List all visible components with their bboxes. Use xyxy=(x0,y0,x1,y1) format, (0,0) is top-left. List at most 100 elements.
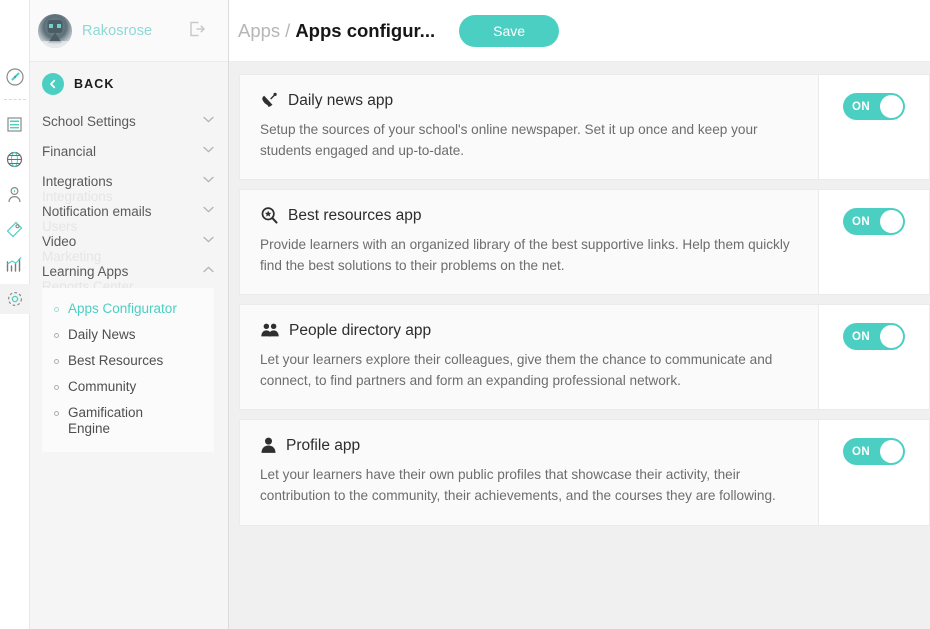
app-enable-toggle[interactable]: ON xyxy=(843,93,905,120)
logout-icon[interactable] xyxy=(188,20,206,43)
sidebar-item-label: Integrations xyxy=(42,173,113,189)
chevron-down-icon xyxy=(203,176,214,186)
app-card-body: Best resources app Provide learners with… xyxy=(240,190,818,294)
bullet-icon xyxy=(54,332,59,338)
app-toggle-cell: ON xyxy=(818,305,929,410)
app-title: Best resources app xyxy=(288,206,422,224)
sidebar-subitem-label: Community xyxy=(68,378,137,394)
sidebar-item-daily-news[interactable]: Daily News xyxy=(42,322,214,348)
app-toggle-cell: ON xyxy=(818,190,929,295)
breadcrumb-parent[interactable]: Apps xyxy=(238,20,280,42)
sidebar-subitem-label: Best Resources xyxy=(68,352,164,368)
toggle-knob xyxy=(880,440,903,464)
app-card-title-row: People directory app xyxy=(260,321,796,340)
app-card-title-row: Daily news app xyxy=(260,91,796,110)
sidebar-item-school-settings[interactable]: School Settings xyxy=(30,106,228,136)
globe-icon[interactable] xyxy=(0,144,30,174)
main-area: Apps / Apps configur... Save Daily news … xyxy=(229,0,930,629)
sidebar-subitem-label: Gamification Engine xyxy=(68,404,144,436)
app-title: Profile app xyxy=(286,436,361,454)
toggle-knob xyxy=(880,325,903,349)
sidebar-subitem-label: Apps Configurator xyxy=(68,301,177,316)
app-card: Profile app Let your learners have their… xyxy=(239,419,930,526)
toggle-state-label: ON xyxy=(852,445,871,458)
tag-icon[interactable] xyxy=(0,214,30,244)
back-label: BACK xyxy=(74,77,115,91)
chevron-down-icon xyxy=(203,206,214,216)
app-card: Best resources app Provide learners with… xyxy=(239,189,930,296)
app-card-title-row: Best resources app xyxy=(260,206,796,225)
topbar: Apps / Apps configur... Save xyxy=(229,0,930,62)
app-card-body: Daily news app Setup the sources of your… xyxy=(240,75,818,179)
save-button[interactable]: Save xyxy=(459,14,560,47)
sidebar-item-learning-apps[interactable]: Learning Apps xyxy=(30,256,228,286)
magnifier-star-icon xyxy=(260,206,279,225)
sidebar-item-notification-emails[interactable]: Notification emails xyxy=(30,196,228,226)
breadcrumb: Apps / Apps configur... xyxy=(238,20,435,42)
app-enable-toggle[interactable]: ON xyxy=(843,438,905,466)
app-root: Rakosrose BACK Integrations Users Market… xyxy=(0,0,930,629)
app-enable-toggle[interactable]: ON xyxy=(843,323,905,351)
app-title: People directory app xyxy=(289,321,432,339)
sidebar-header: Rakosrose xyxy=(30,0,228,62)
sidebar-submenu: Apps Configurator Daily News Best Resour… xyxy=(42,288,214,452)
app-card-title-row: Profile app xyxy=(260,436,796,455)
bullet-icon xyxy=(54,410,59,416)
sidebar-item-financial[interactable]: Financial xyxy=(30,136,228,166)
chevron-up-icon xyxy=(203,266,214,276)
sidebar-subitem-label: Daily News xyxy=(68,326,136,342)
icon-rail xyxy=(0,0,30,629)
sidebar-item-label: Learning Apps xyxy=(42,263,129,279)
app-card-body: People directory app Let your learners e… xyxy=(240,305,818,409)
rail-divider xyxy=(3,99,26,100)
sidebar-item-label: School Settings xyxy=(42,113,136,129)
gear-icon[interactable] xyxy=(0,284,30,314)
bullet-icon xyxy=(54,358,59,364)
app-toggle-cell: ON xyxy=(818,75,929,180)
app-description: Let your learners have their own public … xyxy=(260,467,776,504)
chevron-down-icon xyxy=(203,116,214,126)
sidebar-item-label: Financial xyxy=(42,143,97,159)
bullet-icon xyxy=(54,384,59,390)
user-icon[interactable] xyxy=(0,179,30,209)
chevron-down-icon xyxy=(203,236,214,246)
chevron-down-icon xyxy=(203,146,214,156)
sidebar-item-label: Video xyxy=(42,233,77,249)
analytics-chart-icon[interactable] xyxy=(0,249,30,279)
app-card-body: Profile app Let your learners have their… xyxy=(240,420,818,524)
sidebar: Rakosrose BACK Integrations Users Market… xyxy=(30,0,229,629)
sidebar-item-integrations[interactable]: Integrations xyxy=(30,166,228,196)
sidebar-item-best-resources[interactable]: Best Resources xyxy=(42,348,214,374)
bullet-icon xyxy=(54,307,59,312)
breadcrumb-separator: / xyxy=(285,19,291,41)
compass-icon[interactable] xyxy=(0,62,30,92)
back-button[interactable]: BACK xyxy=(30,62,228,106)
content-page-icon[interactable] xyxy=(0,109,30,139)
app-description: Provide learners with an organized libra… xyxy=(260,237,790,274)
toggle-knob xyxy=(880,95,903,118)
app-toggle-cell: ON xyxy=(818,420,929,525)
sidebar-item-apps-configurator[interactable]: Apps Configurator xyxy=(42,296,214,322)
sidebar-item-community[interactable]: Community xyxy=(42,374,214,400)
sidebar-item-label: Notification emails xyxy=(42,203,152,219)
satellite-dish-icon xyxy=(260,91,279,110)
toggle-state-label: ON xyxy=(852,100,871,113)
avatar[interactable] xyxy=(38,13,72,48)
toggle-knob xyxy=(880,210,903,234)
toggle-state-label: ON xyxy=(852,330,871,343)
person-profile-icon xyxy=(260,436,277,455)
app-card: People directory app Let your learners e… xyxy=(239,304,930,411)
app-enable-toggle[interactable]: ON xyxy=(843,208,905,236)
sidebar-item-video[interactable]: Video xyxy=(30,226,228,256)
sidebar-item-gamification-engine[interactable]: Gamification Engine xyxy=(42,400,214,442)
username-label: Rakosrose xyxy=(82,22,153,39)
people-group-icon xyxy=(260,321,280,340)
sidebar-menu: School Settings Financial Integrations N… xyxy=(30,106,228,286)
app-description: Let your learners explore their colleagu… xyxy=(260,352,773,389)
app-description: Setup the sources of your school's onlin… xyxy=(260,122,758,159)
toggle-state-label: ON xyxy=(852,215,871,228)
breadcrumb-current: Apps configur... xyxy=(295,19,436,41)
app-card: Daily news app Setup the sources of your… xyxy=(239,74,930,181)
chevron-left-icon xyxy=(42,73,64,95)
apps-list: Daily news app Setup the sources of your… xyxy=(229,62,930,629)
